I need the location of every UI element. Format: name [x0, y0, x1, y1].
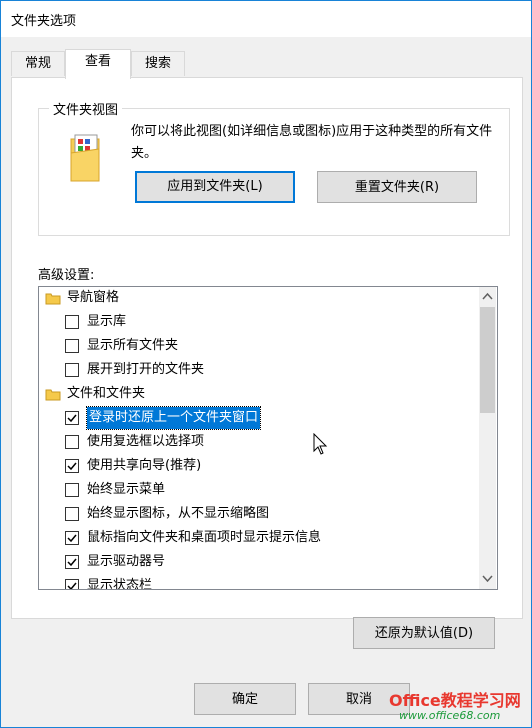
option-label: 显示库: [87, 314, 127, 329]
checkbox-checked[interactable]: [65, 531, 79, 545]
title-bar[interactable]: 文件夹选项: [1, 1, 531, 37]
option-label: 使用共享向导(推荐): [87, 458, 202, 473]
folder-views-title: 文件夹视图: [49, 99, 123, 118]
checkmark-icon: [67, 534, 77, 543]
checkbox[interactable]: [65, 363, 79, 377]
option-label: 始终显示图标，从不显示缩略图: [87, 506, 270, 521]
advanced-settings-label: 高级设置:: [38, 268, 95, 283]
tree-label: 文件和文件夹: [67, 386, 146, 401]
restore-defaults-button[interactable]: 还原为默认值(D): [353, 617, 495, 649]
view-tab-panel: 文件夹视图 你可以将此视图(如详细信息或图标)应用于这种类型的所有文件夹。 应用…: [11, 77, 523, 619]
checkbox[interactable]: [65, 435, 79, 449]
tab-general[interactable]: 常规: [11, 51, 65, 76]
option-label: 显示所有文件夹: [87, 338, 179, 353]
option-label: 始终显示菜单: [87, 482, 166, 497]
mouse-cursor-icon: [313, 433, 328, 455]
checkmark-icon: [67, 582, 77, 589]
option-label: 鼠标指向文件夹和桌面项时显示提示信息: [87, 530, 322, 545]
checkbox-checked[interactable]: [65, 411, 79, 425]
option-label: 显示状态栏: [87, 578, 153, 590]
window-title: 文件夹选项: [11, 14, 77, 29]
scroll-down-arrow-icon[interactable]: [482, 573, 493, 584]
option-label: 展开到打开的文件夹: [87, 362, 205, 377]
checkbox-checked[interactable]: [65, 579, 79, 589]
reset-folders-button[interactable]: 重置文件夹(R): [317, 171, 477, 203]
checkmark-icon: [67, 462, 77, 471]
folder-icon: [45, 389, 61, 401]
folder-icon: [45, 293, 61, 305]
checkbox-checked[interactable]: [65, 555, 79, 569]
watermark-url: www.office68.com: [399, 709, 501, 722]
option-label: 显示驱动器号: [87, 554, 166, 569]
tree-label: 导航窗格: [67, 290, 120, 305]
apply-to-folders-button[interactable]: 应用到文件夹(L): [135, 171, 295, 203]
folder-views-group: 文件夹视图 你可以将此视图(如详细信息或图标)应用于这种类型的所有文件夹。 应用…: [38, 99, 510, 236]
checkbox[interactable]: [65, 483, 79, 497]
checkmark-icon: [67, 414, 77, 423]
scrollbar-thumb[interactable]: [480, 307, 495, 413]
vertical-scrollbar[interactable]: [479, 287, 496, 589]
checkmark-icon: [67, 558, 77, 567]
scroll-up-arrow-icon[interactable]: [482, 291, 493, 302]
checkbox-checked[interactable]: [65, 459, 79, 473]
watermark-text: Office教程学习网: [389, 691, 521, 710]
folder-views-description: 你可以将此视图(如详细信息或图标)应用于这种类型的所有文件夹。: [131, 124, 493, 161]
checkbox[interactable]: [65, 339, 79, 353]
ok-button[interactable]: 确定: [194, 683, 296, 715]
folder-options-dialog: 文件夹选项 常规 查看 搜索 文件夹视图 你可以将此视图(如详细信息或图标)应用…: [0, 0, 532, 728]
advanced-settings-list[interactable]: 导航窗格 显示库 显示所有文件夹 展开到打开的文件夹 文件和文件夹 登录时还原上…: [38, 286, 498, 590]
option-label: 使用复选框以选择项: [87, 434, 205, 449]
checkbox[interactable]: [65, 507, 79, 521]
tab-search[interactable]: 搜索: [131, 51, 185, 76]
tab-view[interactable]: 查看: [65, 49, 131, 79]
option-label: 登录时还原上一个文件夹窗口: [85, 406, 262, 430]
folder-view-icon: [70, 134, 100, 182]
checkbox[interactable]: [65, 315, 79, 329]
